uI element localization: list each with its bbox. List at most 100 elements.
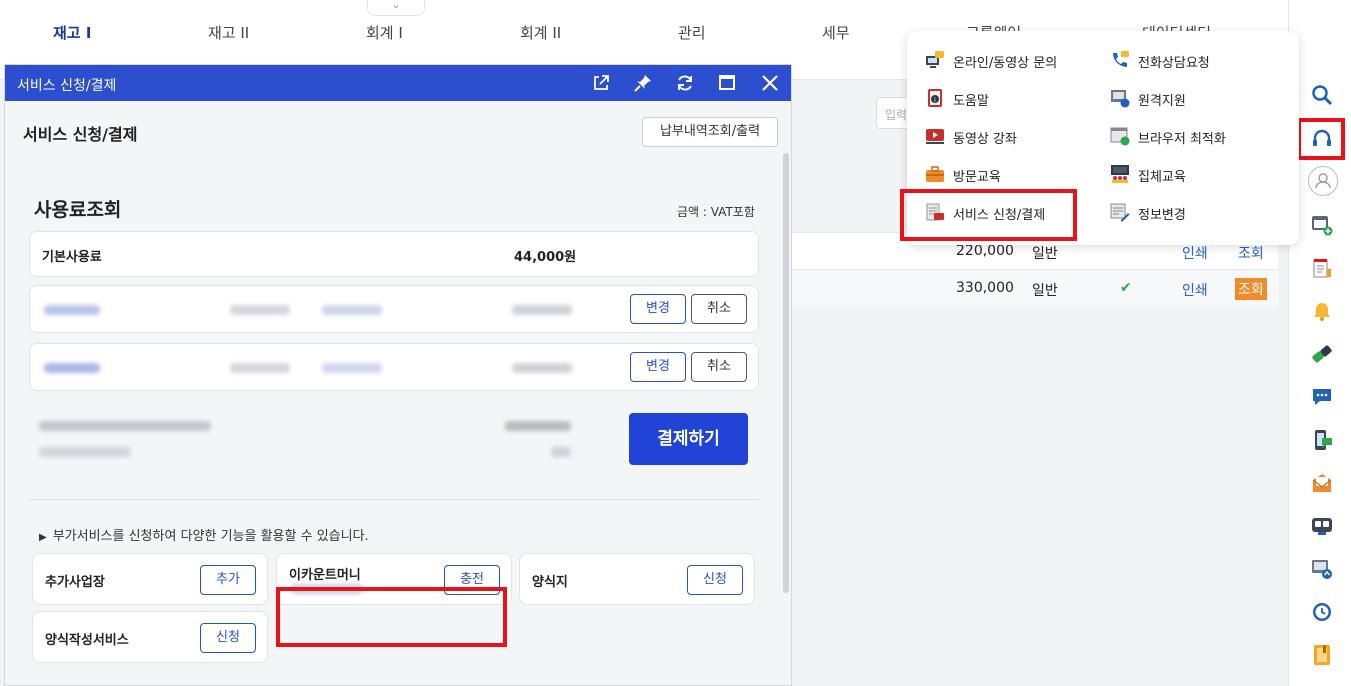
- addon-note-text: 부가서비스를 신청하여 다양한 기능을 활용할 수 있습니다.: [52, 529, 369, 544]
- user-icon[interactable]: [1308, 166, 1338, 196]
- change-button[interactable]: 변경: [630, 352, 686, 382]
- blurred-text: [505, 421, 571, 431]
- blurred-text: [551, 447, 571, 457]
- row-type: 일반: [1032, 246, 1058, 262]
- remote-support-icon[interactable]: [1311, 558, 1333, 580]
- menu-label: 정보변경: [1138, 208, 1186, 223]
- video-icon: [926, 129, 944, 144]
- mail-icon[interactable]: [1311, 472, 1333, 494]
- add-branch-button[interactable]: 추가: [200, 565, 256, 595]
- pin-icon[interactable]: [633, 73, 653, 93]
- memo-icon[interactable]: [1311, 257, 1333, 279]
- basic-fee-label: 기본사용료: [42, 250, 102, 265]
- view-link[interactable]: 조회: [1238, 243, 1264, 263]
- menu-item-video-course[interactable]: 동영상 강좌: [925, 126, 1095, 148]
- tab-accounting-2[interactable]: 회계 II: [520, 22, 561, 43]
- blurred-text: [39, 421, 211, 431]
- contact-card-icon[interactable]: [1311, 515, 1333, 537]
- tab-accounting-1[interactable]: 회계 I: [366, 22, 403, 43]
- menu-item-browser-optimize[interactable]: 브라우저 최적화: [1110, 126, 1280, 148]
- check-icon: ✔: [1120, 280, 1132, 296]
- open-external-icon[interactable]: [591, 73, 611, 93]
- print-link[interactable]: 인쇄: [1182, 280, 1208, 300]
- remote-support-icon: [1111, 90, 1130, 108]
- pay-button[interactable]: 결제하기: [629, 413, 748, 465]
- cancel-button[interactable]: 취소: [691, 294, 747, 324]
- cancel-button[interactable]: 취소: [691, 352, 747, 382]
- bell-icon[interactable]: [1311, 300, 1333, 322]
- refresh-icon[interactable]: [675, 73, 695, 93]
- basic-fee-amount: 44,000원: [514, 250, 577, 265]
- basic-fee-card: 기본사용료 44,000원: [29, 231, 759, 277]
- form-apply-button[interactable]: 신청: [687, 565, 743, 595]
- menu-label: 방문교육: [953, 170, 1001, 185]
- payment-history-button[interactable]: 납부내역조회/출력: [642, 117, 778, 147]
- addon-note: ▶ 부가서비스를 신청하여 다양한 기능을 활용할 수 있습니다.: [39, 525, 369, 544]
- service-payment-dialog: 서비스 신청/결제 서비스 신청/결제 납부내역조회/출력 사용료조회 금액 :…: [4, 64, 792, 686]
- briefcase-icon: [926, 166, 944, 182]
- row-amount: 330,000: [956, 280, 1014, 296]
- service-row: 변경 취소: [29, 285, 759, 333]
- menu-item-remote-support[interactable]: 원격지원: [1110, 88, 1280, 110]
- page-title: 서비스 신청/결제: [23, 125, 138, 144]
- chevron-down-icon: ⌄: [391, 0, 401, 11]
- monitor-inquiry-icon: [926, 51, 944, 68]
- addon-label: 양식지: [532, 575, 568, 590]
- notebook-icon[interactable]: [1311, 644, 1333, 666]
- service-payment-highlight: [900, 189, 1077, 241]
- tab-tax[interactable]: 세무: [822, 22, 850, 43]
- blurred-text: [44, 363, 100, 373]
- tab-management[interactable]: 관리: [678, 22, 706, 43]
- menu-item-visit-training[interactable]: 방문교육: [925, 164, 1095, 186]
- menu-label: 도움말: [953, 94, 989, 109]
- tab-inventory-2[interactable]: 재고 II: [208, 22, 249, 43]
- print-link[interactable]: 인쇄: [1182, 243, 1208, 263]
- addon-label: 양식작성서비스: [45, 633, 129, 648]
- fee-section-title: 사용료조회: [34, 199, 122, 221]
- table-row: 330,000 일반 ✔ 인쇄 조회: [790, 269, 1278, 306]
- close-icon[interactable]: [760, 73, 780, 93]
- menu-item-group-training[interactable]: 집체교육: [1110, 164, 1280, 186]
- search-icon[interactable]: [1311, 84, 1333, 106]
- clock-icon[interactable]: [1311, 601, 1333, 623]
- addon-label: 추가사업장: [45, 575, 105, 590]
- dialog-body: 서비스 신청/결제 납부내역조회/출력 사용료조회 금액 : VAT포함 기본사…: [5, 101, 791, 685]
- blurred-text: [39, 447, 131, 457]
- menu-item-online-inquiry[interactable]: 온라인/동영상 문의: [925, 50, 1095, 72]
- form-service-apply-button[interactable]: 신청: [200, 623, 256, 653]
- blurred-text: [512, 305, 572, 315]
- menu-label: 전화상담요청: [1138, 56, 1210, 71]
- service-row: 변경 취소: [29, 343, 759, 391]
- menu-label: 온라인/동영상 문의: [953, 56, 1058, 71]
- blurred-text: [512, 363, 572, 373]
- browser-icon: [1110, 127, 1130, 146]
- mobile-message-icon[interactable]: [1311, 429, 1333, 451]
- menu-item-help[interactable]: i 도움말: [925, 88, 1095, 110]
- blurred-text: [230, 305, 290, 315]
- emoney-highlight: [276, 587, 507, 647]
- addon-card: 추가사업장 추가: [32, 553, 268, 605]
- menu-label: 브라우저 최적화: [1138, 132, 1226, 147]
- collapse-handle[interactable]: ⌄: [367, 0, 425, 16]
- divider: [29, 499, 759, 500]
- window-add-icon[interactable]: [1311, 214, 1333, 236]
- menu-item-info-change[interactable]: 정보변경: [1110, 202, 1280, 224]
- addon-card: 양식작성서비스 신청: [32, 611, 268, 663]
- blurred-text: [322, 305, 382, 315]
- dialog-title: 서비스 신청/결제: [17, 78, 117, 94]
- chat-icon[interactable]: [1311, 386, 1333, 408]
- scrollbar[interactable]: [783, 153, 789, 593]
- view-button[interactable]: 조회: [1235, 278, 1267, 300]
- vat-note: 금액 : VAT포함: [677, 205, 755, 219]
- maximize-icon[interactable]: [717, 73, 737, 93]
- dialog-titlebar[interactable]: 서비스 신청/결제: [5, 65, 791, 101]
- help-book-icon: i: [928, 89, 942, 107]
- addon-label: 이카운트머니: [289, 568, 361, 583]
- menu-item-phone-consult[interactable]: 전화상담요청: [1110, 50, 1280, 72]
- blurred-text: [322, 363, 382, 373]
- caret-right-icon: ▶: [39, 532, 47, 543]
- link-icon[interactable]: [1311, 343, 1333, 365]
- addon-card: 양식지 신청: [519, 553, 755, 605]
- change-button[interactable]: 변경: [630, 294, 686, 324]
- tab-inventory-1[interactable]: 재고 I: [53, 22, 91, 43]
